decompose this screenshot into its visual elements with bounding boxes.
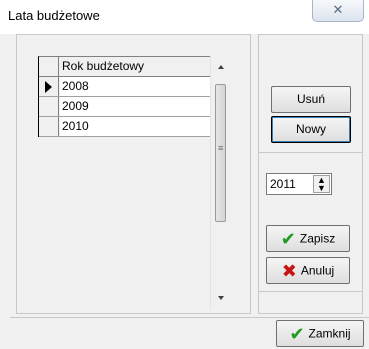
years-grid[interactable]: Rok budżetowy 2008 2009 2010 xyxy=(38,56,210,137)
close-button[interactable]: ✔ Zamknij xyxy=(276,320,364,347)
year-value[interactable]: 2011 xyxy=(270,176,296,192)
footer-divider xyxy=(10,317,369,318)
row-indicator-header xyxy=(39,57,59,76)
arrow-down-icon xyxy=(218,296,224,300)
row-indicator[interactable] xyxy=(39,97,59,116)
grid-header-row: Rok budżetowy xyxy=(39,57,210,77)
year-spin-buttons[interactable]: ▲ ▼ xyxy=(313,175,330,193)
new-button[interactable]: Nowy xyxy=(271,116,351,143)
spin-up-down-icon: ▲ ▼ xyxy=(317,175,326,193)
grip-icon: ≡ xyxy=(218,143,224,153)
table-cell[interactable]: 2009 xyxy=(60,97,210,116)
grid-vertical-scrollbar[interactable]: ≡ xyxy=(210,56,230,310)
scroll-thumb[interactable]: ≡ xyxy=(215,84,226,222)
row-indicator[interactable] xyxy=(39,77,59,96)
check-icon: ✔ xyxy=(280,228,296,249)
cancel-label: Anuluj xyxy=(300,263,335,278)
scroll-down-button[interactable] xyxy=(212,290,230,306)
window-title: Lata budżetowe xyxy=(8,8,100,23)
save-label: Zapisz xyxy=(299,231,336,246)
row-indicator[interactable] xyxy=(39,117,59,136)
column-header-rok-budzetowy[interactable]: Rok budżetowy xyxy=(60,57,210,76)
check-icon: ✔ xyxy=(289,323,305,344)
close-label: Zamknij xyxy=(308,326,351,341)
dialog-body: Rok budżetowy 2008 2009 2010 ≡ Usuń Nowy… xyxy=(10,34,369,347)
table-row[interactable]: 2008 xyxy=(39,77,210,97)
delete-button[interactable]: Usuń xyxy=(271,86,351,113)
arrow-up-icon xyxy=(218,65,224,69)
save-button[interactable]: ✔ Zapisz xyxy=(266,225,350,252)
scroll-up-button[interactable] xyxy=(212,60,230,76)
table-row[interactable]: 2009 xyxy=(39,97,210,117)
window: Lata budżetowe ✕ Rok budżetowy 2008 2009 xyxy=(0,0,369,349)
close-icon: ✕ xyxy=(332,2,344,17)
close-window-button[interactable]: ✕ xyxy=(312,0,364,22)
current-row-arrow-icon xyxy=(45,81,52,93)
table-cell[interactable]: 2010 xyxy=(60,117,210,136)
table-row[interactable]: 2010 xyxy=(39,117,210,137)
table-cell[interactable]: 2008 xyxy=(60,77,210,96)
x-icon: ✖ xyxy=(281,260,297,281)
year-spin-input[interactable]: 2011 ▲ ▼ xyxy=(266,173,332,195)
cancel-button[interactable]: ✖ Anuluj xyxy=(266,257,350,284)
title-bar: Lata budżetowe ✕ xyxy=(0,0,369,34)
